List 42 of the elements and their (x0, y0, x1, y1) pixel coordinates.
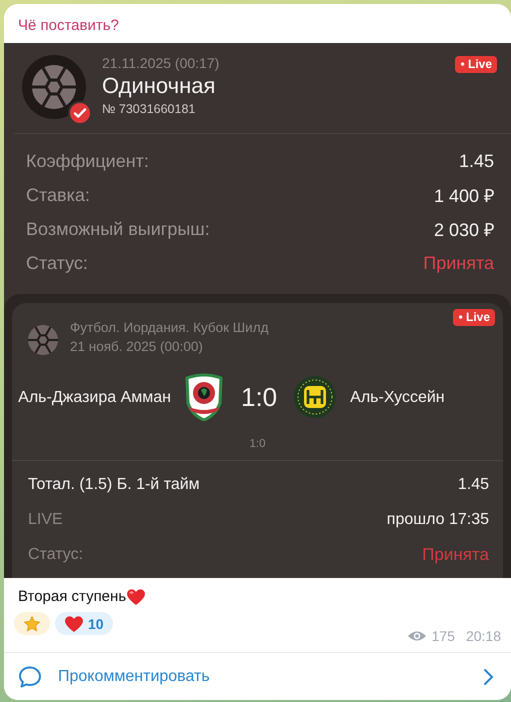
comment-icon (18, 664, 42, 689)
club-crest-icon (183, 373, 225, 421)
status-value: Принята (423, 252, 494, 274)
score: 1:0 (241, 382, 278, 412)
status-value: Принята (422, 544, 489, 564)
row-label: Тотал. (1.5) Б. 1-й тайм (28, 476, 200, 494)
bet-number: № 73031660181 (102, 101, 196, 118)
row-value: 1.45 (458, 476, 489, 494)
channel-name[interactable]: Чё поставить? (4, 4, 119, 30)
message-text: Вторая ступень (18, 588, 126, 606)
row-value: 2 030 ₽ (434, 219, 494, 241)
comment-button[interactable]: Прокомментировать (4, 652, 511, 700)
club-crest-icon (294, 373, 336, 421)
row-value: 1 400 ₽ (434, 185, 494, 207)
heart-icon (126, 587, 146, 606)
chevron-right-icon (483, 668, 495, 686)
bet-date: 21.11.2025 (00:17) (102, 55, 220, 72)
eye-icon (406, 629, 427, 644)
team-name: Аль-Джазира Амман (17, 388, 171, 408)
view-count: 175 (432, 628, 455, 644)
heart-icon (64, 614, 84, 634)
row-value: прошло 17:35 (386, 510, 489, 528)
team-name: Аль-Хуссейн (350, 388, 445, 408)
bet-type: Одиночная (102, 72, 216, 100)
row-label: Возможный выигрыш: (26, 218, 210, 240)
row-label: LIVE (28, 510, 63, 528)
reaction-button[interactable] (14, 612, 50, 636)
star-icon (23, 615, 41, 632)
row-label: Статус: (28, 546, 84, 564)
half-score: 1:0 (248, 438, 266, 450)
live-badge: • Live (453, 309, 495, 326)
league-name: Футбол. Иордания. Кубок Шилд (70, 319, 270, 337)
live-badge: • Live (455, 56, 497, 73)
soccer-ball-icon (32, 65, 76, 109)
row-label: Коэффициент: (26, 150, 149, 172)
row-label: Ставка: (26, 184, 90, 206)
soccer-ball-icon (28, 325, 58, 355)
message-time: 20:18 (466, 628, 501, 644)
row-value: 1.45 (458, 150, 494, 172)
row-label: Статус: (26, 252, 88, 274)
event-date: 21 нояб. 2025 (00:00) (70, 338, 204, 356)
reaction-button[interactable]: 10 (55, 612, 113, 636)
